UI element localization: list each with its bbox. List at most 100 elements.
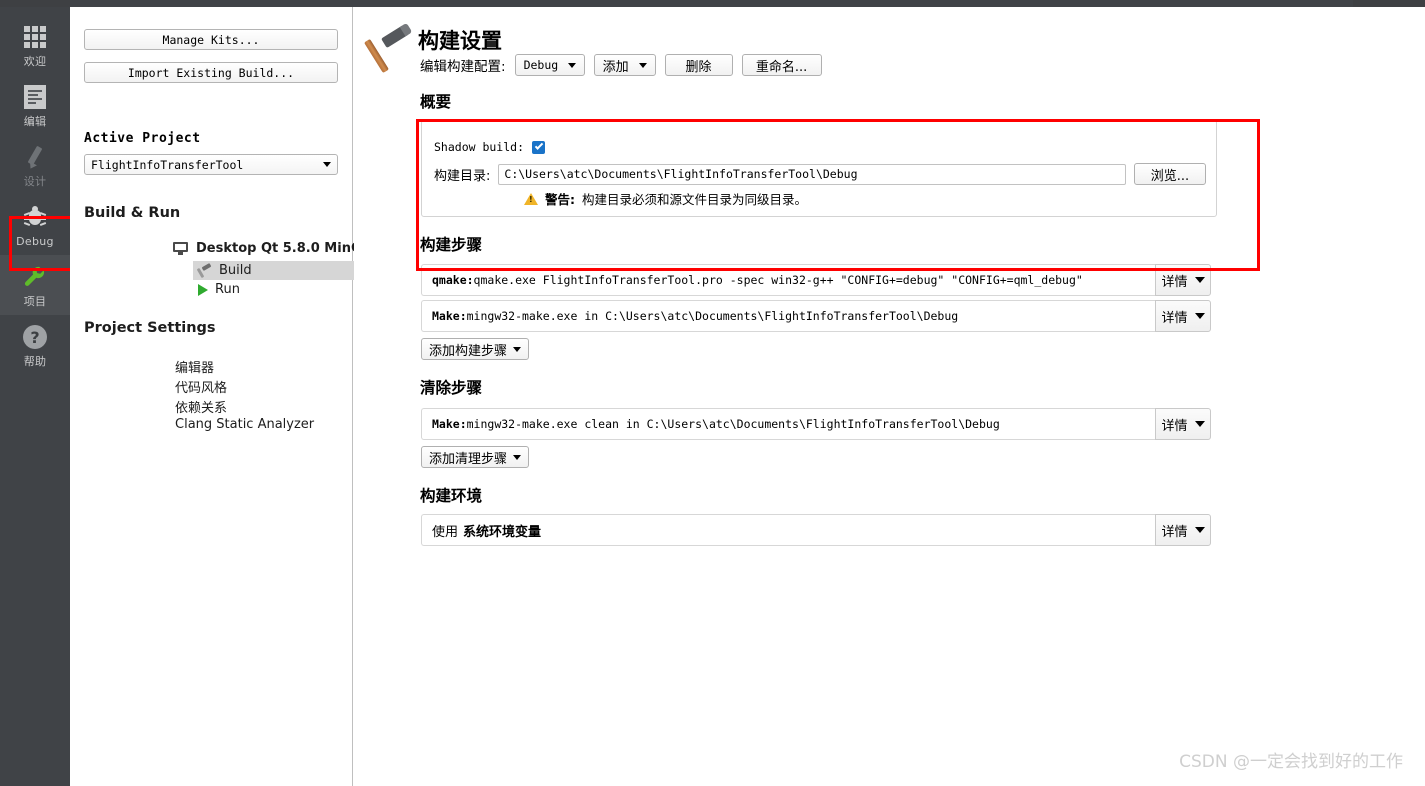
build-step-description[interactable]: qmake: qmake.exe FlightInfoTransferTool.…	[421, 264, 1155, 296]
build-config-combobox[interactable]: Debug	[514, 54, 585, 76]
build-steps-heading: 构建步骤	[420, 236, 483, 254]
edit-build-config-label: 编辑构建配置:	[420, 59, 506, 75]
warning-label: 警告:	[545, 192, 575, 207]
active-project-combobox[interactable]: FlightInfoTransferTool	[84, 154, 338, 175]
add-clean-step-button[interactable]: 添加清理步骤	[421, 446, 530, 468]
details-label: 详情	[1161, 524, 1188, 540]
chevron-down-icon	[1194, 313, 1205, 319]
chevron-down-icon	[323, 162, 331, 167]
build-step-row: qmake: qmake.exe FlightInfoTransferTool.…	[421, 264, 1211, 296]
chevron-down-icon	[513, 454, 522, 460]
add-build-step-label: 添加构建步骤	[429, 343, 508, 359]
build-environment-prefix: 使用	[432, 524, 459, 540]
build-step-description[interactable]: Make: mingw32-make.exe in C:\Users\atc\D…	[421, 300, 1155, 332]
add-config-label: 添加	[602, 59, 629, 75]
hammer-icon	[196, 262, 212, 278]
add-clean-step-label: 添加清理步骤	[429, 451, 508, 467]
warning-icon	[524, 192, 538, 205]
sidebar-item-label: 编辑	[23, 115, 47, 128]
details-button[interactable]: 详情	[1155, 408, 1211, 440]
build-run-heading: Build & Run	[84, 205, 181, 221]
build-config-value: Debug	[523, 58, 559, 72]
chevron-down-icon	[513, 346, 522, 352]
summary-panel: Shadow build: 构建目录: C:\Users\atc\Documen…	[421, 120, 1217, 217]
build-environment-description[interactable]: 使用 系统环境变量	[421, 514, 1155, 546]
project-settings-item-dependencies[interactable]: 依赖关系	[175, 397, 227, 416]
build-step-text: qmake.exe FlightInfoTransferTool.pro -sp…	[473, 273, 1083, 287]
build-config-toolbar: 编辑构建配置: Debug 添加 删除 重命名...	[420, 54, 822, 76]
play-icon	[198, 283, 208, 296]
build-environment-heading: 构建环境	[420, 487, 483, 505]
hammer-icon-large	[363, 21, 414, 77]
build-step-row: Make: mingw32-make.exe in C:\Users\atc\D…	[421, 300, 1211, 332]
sidebar-item-label: Debug	[16, 235, 54, 248]
remove-config-label: 删除	[685, 59, 712, 75]
shadow-build-label: Shadow build:	[434, 140, 525, 154]
sidebar-item-label: 项目	[23, 295, 47, 308]
summary-heading: 概要	[420, 93, 452, 111]
rename-config-button[interactable]: 重命名...	[741, 54, 822, 76]
monitor-icon	[173, 242, 188, 255]
pencil-icon	[24, 142, 46, 172]
project-settings-heading: Project Settings	[84, 320, 216, 336]
build-directory-row: 构建目录: C:\Users\atc\Documents\FlightInfoT…	[434, 163, 1206, 185]
sidebar-item-edit[interactable]: 编辑	[0, 75, 70, 135]
remove-config-button[interactable]: 删除	[664, 54, 733, 76]
qt-creator-window: 欢迎 编辑 设计 Debug 项目 ? 帮助 Manage Kits... Im…	[0, 0, 1425, 786]
clean-step-description[interactable]: Make: mingw32-make.exe clean in C:\Users…	[421, 408, 1155, 440]
grid-icon	[24, 22, 46, 52]
project-settings-item-clang-static-analyzer[interactable]: Clang Static Analyzer	[175, 417, 314, 432]
clean-step-key: Make:	[432, 417, 467, 431]
details-button[interactable]: 详情	[1155, 264, 1211, 296]
project-settings-item-editor[interactable]: 编辑器	[175, 357, 214, 376]
tree-item-run-label: Run	[215, 282, 240, 297]
clean-step-text: mingw32-make.exe clean in C:\Users\atc\D…	[466, 417, 1000, 431]
chevron-down-icon	[568, 62, 577, 68]
sidebar-item-welcome[interactable]: 欢迎	[0, 15, 70, 75]
build-directory-input[interactable]: C:\Users\atc\Documents\FlightInfoTransfe…	[498, 163, 1126, 185]
details-button[interactable]: 详情	[1155, 300, 1211, 332]
warning-text: 构建目录必须和源文件目录为同级目录。	[582, 192, 808, 207]
manage-kits-label: Manage Kits...	[162, 32, 260, 47]
browse-button[interactable]: 浏览...	[1134, 163, 1206, 185]
build-step-key: qmake:	[432, 273, 474, 287]
tree-item-build-label: Build	[219, 263, 252, 278]
build-directory-label: 构建目录:	[434, 168, 491, 184]
details-label: 详情	[1161, 274, 1188, 290]
shadow-build-row: Shadow build:	[434, 140, 546, 154]
check-icon	[534, 141, 543, 150]
browse-label: 浏览...	[1150, 168, 1190, 184]
import-existing-build-label: Import Existing Build...	[127, 65, 295, 80]
sidebar-item-projects[interactable]: 项目	[0, 255, 70, 315]
active-project-heading: Active Project	[84, 131, 201, 146]
build-environment-row: 使用 系统环境变量 详情	[421, 514, 1211, 546]
chevron-down-icon	[1194, 527, 1205, 533]
details-button[interactable]: 详情	[1155, 514, 1211, 546]
top-bar	[0, 0, 1425, 7]
build-settings-page: 构建设置 编辑构建配置: Debug 添加 删除 重命名... 概要 Shado…	[354, 7, 1425, 786]
chevron-down-icon	[638, 62, 647, 68]
add-config-button[interactable]: 添加	[593, 54, 656, 76]
manage-kits-button[interactable]: Manage Kits...	[84, 29, 338, 50]
project-tree-pane: Manage Kits... Import Existing Build... …	[70, 7, 419, 786]
shadow-build-checkbox[interactable]	[532, 140, 546, 154]
build-environment-value: 系统环境变量	[463, 524, 542, 540]
wrench-icon	[22, 262, 48, 292]
build-step-text: mingw32-make.exe in C:\Users\atc\Documen…	[466, 309, 959, 323]
sidebar-item-label: 欢迎	[23, 55, 47, 68]
rename-config-label: 重命名...	[755, 59, 808, 75]
sidebar-item-debug[interactable]: Debug	[0, 195, 70, 255]
add-build-step-button[interactable]: 添加构建步骤	[421, 338, 530, 360]
chevron-down-icon	[1194, 277, 1205, 283]
import-existing-build-button[interactable]: Import Existing Build...	[84, 62, 338, 83]
sidebar-item-design[interactable]: 设计	[0, 135, 70, 195]
question-icon: ?	[23, 322, 47, 352]
sidebar-item-label: 帮助	[23, 355, 47, 368]
top-bar-segment	[70, 0, 1353, 7]
build-directory-warning: 警告: 构建目录必须和源文件目录为同级目录。	[524, 189, 807, 208]
project-settings-item-code-style[interactable]: 代码风格	[175, 377, 227, 396]
bug-icon	[23, 202, 47, 232]
clean-steps-heading: 清除步骤	[420, 379, 483, 397]
sidebar-item-help[interactable]: ? 帮助	[0, 315, 70, 375]
build-step-key: Make:	[432, 309, 467, 323]
